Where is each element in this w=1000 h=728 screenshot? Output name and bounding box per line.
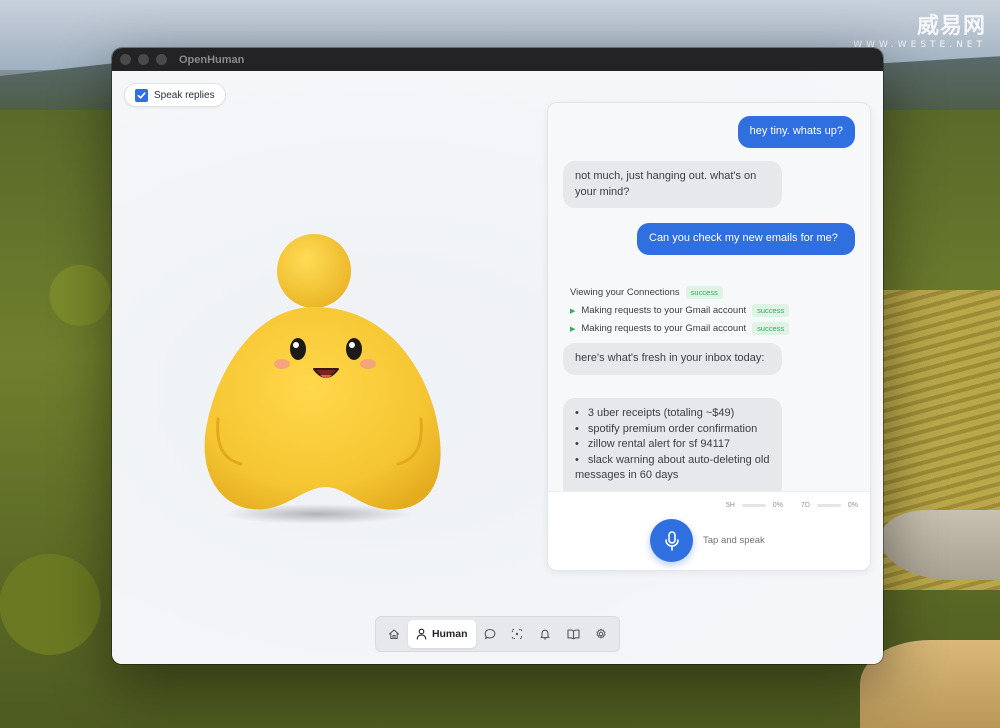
- tool-call-row: Viewing your Connections success: [570, 286, 723, 299]
- window-title: OpenHuman: [179, 53, 245, 66]
- minimize-window-button[interactable]: [138, 54, 149, 65]
- app-window: OpenHuman Speak replies hey tiny. whats …: [112, 48, 883, 664]
- usage-7d-label: 7D: [800, 502, 810, 509]
- status-badge: success: [685, 286, 723, 299]
- close-window-button[interactable]: [120, 54, 131, 65]
- usage-5h-value: 0%: [772, 502, 783, 509]
- status-badge: success: [752, 304, 790, 317]
- tool-call-text: Viewing your Connections: [570, 287, 680, 298]
- bottom-nav: Human: [375, 616, 620, 652]
- list-item: zillow rental alert for sf 94117: [575, 437, 770, 453]
- scan-icon: [512, 628, 523, 640]
- nav-home[interactable]: [380, 620, 408, 648]
- mascot-left-eye: [290, 338, 306, 360]
- home-icon: [388, 629, 399, 640]
- mascot-right-eye: [346, 338, 362, 360]
- watermark: 威易网 WWW.WESTE.NET: [853, 8, 986, 50]
- nav-chat[interactable]: [476, 620, 504, 648]
- usage-7d-value: 0%: [847, 502, 858, 509]
- expand-arrow-icon[interactable]: ▶: [570, 307, 575, 315]
- list-item: slack warning about auto-deleting old me…: [575, 453, 770, 484]
- message-list[interactable]: hey tiny. whats up? not much, just hangi…: [548, 103, 870, 491]
- tool-call-row[interactable]: ▶ Making requests to your Gmail account …: [570, 304, 790, 317]
- assistant-message: not much, just hanging out. what's on yo…: [563, 161, 782, 208]
- expand-arrow-icon[interactable]: ▶: [570, 325, 575, 333]
- mascot-right-cheek: [360, 359, 376, 369]
- list-item: spotify premium order confirmation: [575, 422, 770, 438]
- assistant-message: here's what's fresh in your inbox today:: [563, 343, 782, 375]
- usage-meters: 5H 0% 7D 0%: [726, 502, 858, 509]
- usage-5h-bar: [741, 504, 766, 507]
- zoom-window-button[interactable]: [156, 54, 167, 65]
- speak-replies-label: Speak replies: [154, 89, 215, 101]
- nav-notifications[interactable]: [531, 620, 559, 648]
- nav-scan[interactable]: [503, 620, 531, 648]
- nav-library[interactable]: [559, 620, 587, 648]
- window-controls: [120, 54, 167, 65]
- tool-call-text: Making requests to your Gmail account: [581, 305, 747, 316]
- tool-call-text: Making requests to your Gmail account: [581, 323, 747, 334]
- title-bar: OpenHuman: [112, 48, 883, 71]
- status-badge: success: [752, 322, 790, 335]
- book-icon: [567, 629, 580, 640]
- user-message: hey tiny. whats up?: [737, 116, 855, 148]
- watermark-main: 威易网: [916, 14, 986, 39]
- chat-footer: 5H 0% 7D 0% Tap and speak: [548, 491, 870, 570]
- user-message: Can you check my new emails for me?: [637, 223, 855, 255]
- tap-and-speak-label: Tap and speak: [703, 535, 765, 546]
- gear-icon: [596, 628, 606, 639]
- microphone-button[interactable]: [650, 519, 693, 562]
- speak-replies-checkbox[interactable]: [135, 88, 148, 102]
- tool-call-row[interactable]: ▶ Making requests to your Gmail account …: [570, 322, 790, 335]
- speak-replies-toggle[interactable]: Speak replies: [124, 83, 226, 107]
- chat-panel: hey tiny. whats up? not much, just hangi…: [547, 102, 871, 571]
- chat-icon: [484, 628, 495, 640]
- microphone-icon: [664, 530, 679, 551]
- list-item: 3 uber receipts (totaling ~$49): [575, 406, 770, 422]
- mascot-body: [204, 307, 441, 510]
- main-content: Speak replies hey tiny. whats up? not mu…: [112, 71, 883, 664]
- nav-settings[interactable]: [587, 620, 615, 648]
- mascot-left-cheek: [274, 359, 290, 369]
- nav-human-label: Human: [431, 628, 468, 640]
- person-icon: [416, 628, 427, 640]
- bell-icon: [540, 629, 550, 640]
- mascot-top-ball: [277, 234, 351, 308]
- assistant-list-message: 3 uber receipts (totaling ~$49) spotify …: [563, 398, 782, 491]
- nav-human[interactable]: Human: [407, 620, 476, 648]
- checkmark-icon: [137, 91, 146, 99]
- usage-7d-bar: [816, 504, 841, 507]
- mascot-character: [204, 234, 441, 524]
- usage-5h-label: 5H: [725, 502, 735, 509]
